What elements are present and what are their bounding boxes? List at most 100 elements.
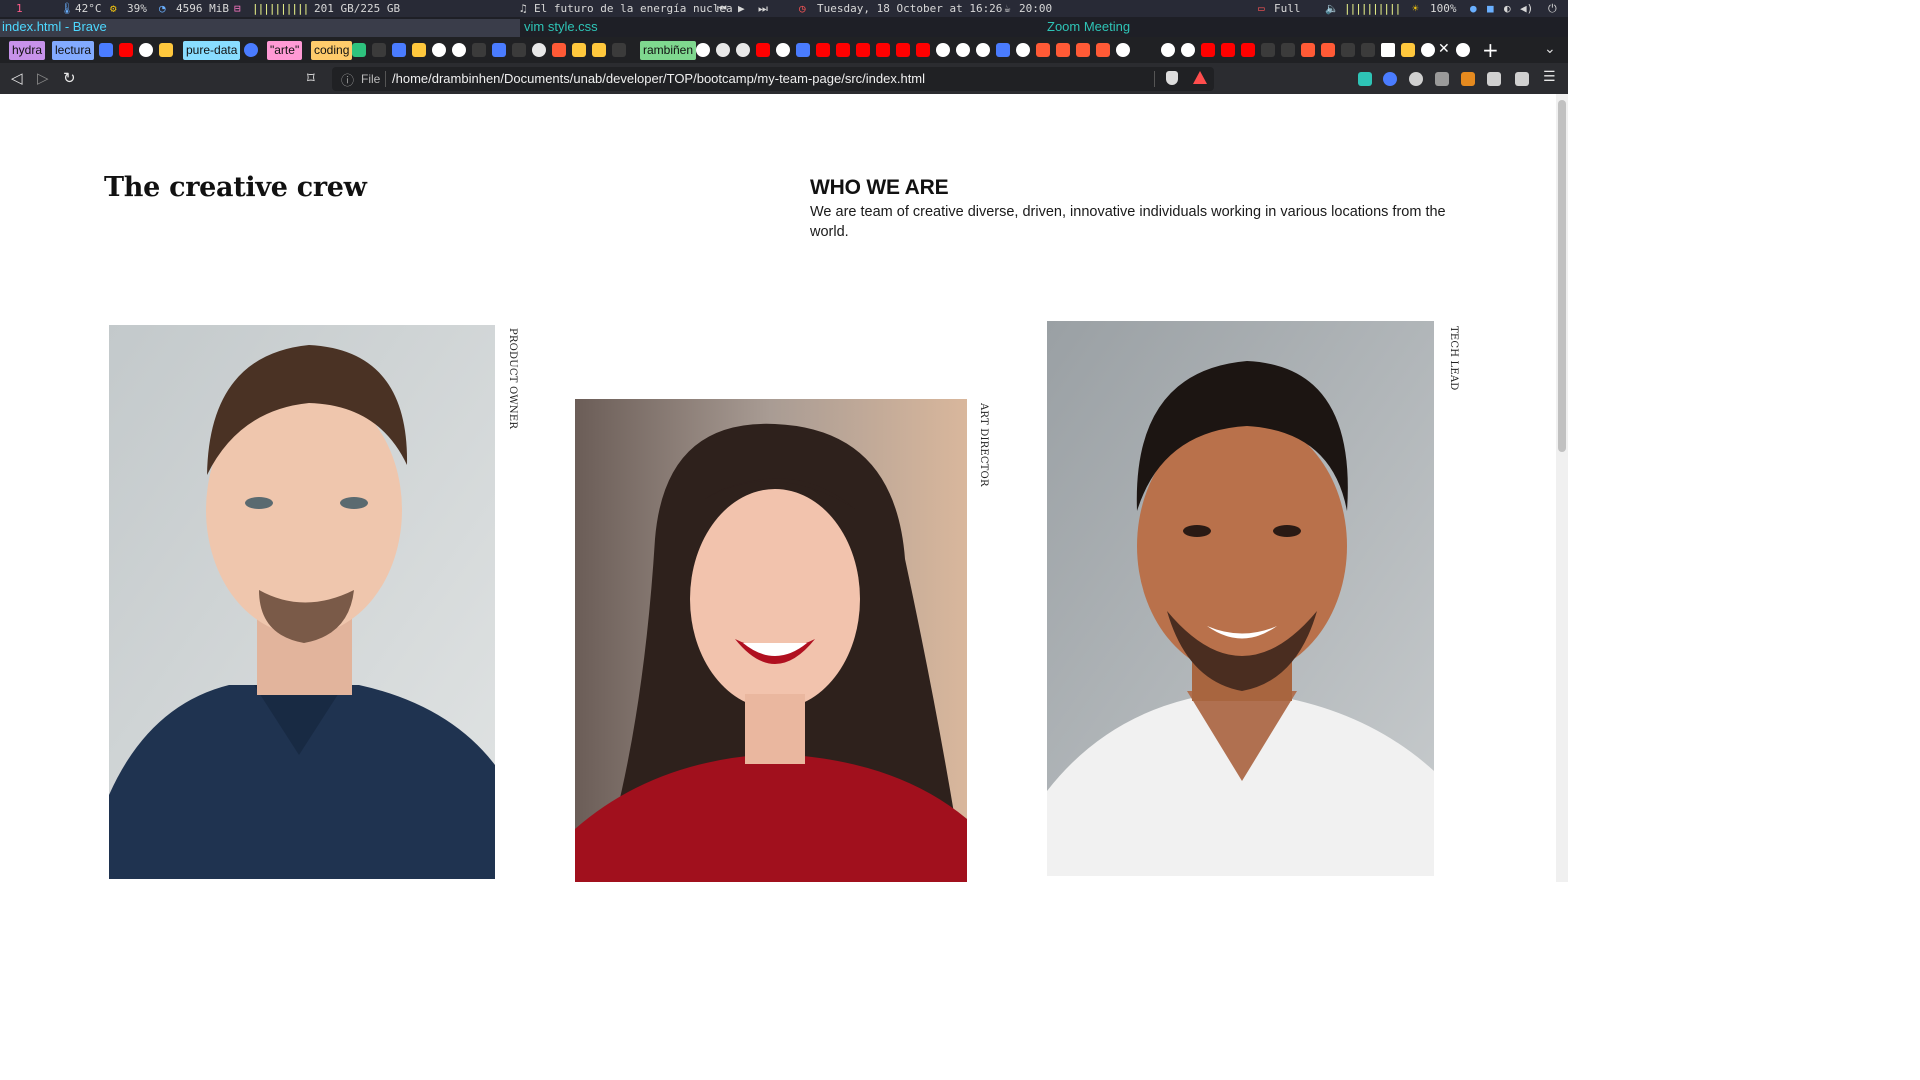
power-icon[interactable]: ⏻ — [1548, 2, 1557, 16]
back-icon[interactable]: ◁ — [11, 69, 23, 87]
youtube-tab-icon[interactable] — [1201, 43, 1215, 57]
scrollbar-thumb[interactable] — [1558, 100, 1566, 452]
tab-icon[interactable] — [592, 43, 606, 57]
tab-icon[interactable] — [776, 43, 790, 57]
volume-bars[interactable]: |||||||||| — [1344, 2, 1401, 15]
tab-icon[interactable] — [1361, 43, 1375, 57]
tab-icon[interactable] — [1281, 43, 1295, 57]
puzzle-icon[interactable] — [1487, 72, 1501, 86]
tab-icon[interactable] — [1381, 43, 1395, 57]
tab-icon[interactable] — [612, 43, 626, 57]
extension-icon[interactable] — [1461, 72, 1475, 86]
window-title-brave[interactable]: index.html - Brave — [0, 19, 520, 37]
codepen-tab-icon[interactable] — [452, 43, 466, 57]
next-track-icon[interactable]: ⏭ — [758, 2, 768, 16]
youtube-tab-icon[interactable] — [816, 43, 830, 57]
tab-group-arte[interactable]: "arte" — [267, 41, 303, 60]
tab-icon[interactable] — [1076, 43, 1090, 57]
github-tab-icon[interactable] — [736, 43, 750, 57]
search-tab-icon[interactable] — [996, 43, 1010, 57]
g-tab-icon[interactable] — [159, 43, 173, 57]
tray-network-icon[interactable]: ◐ — [1504, 2, 1511, 15]
wallet-icon[interactable] — [1515, 72, 1529, 86]
tab-icon[interactable] — [1181, 43, 1195, 57]
youtube-tab-icon[interactable] — [836, 43, 850, 57]
github-tab-icon[interactable] — [716, 43, 730, 57]
workspace-indicator[interactable]: 1 — [16, 2, 23, 15]
tab-icon[interactable] — [412, 43, 426, 57]
active-tab-icon[interactable] — [1456, 43, 1470, 57]
tab-icon[interactable] — [552, 43, 566, 57]
tab-icon[interactable] — [372, 43, 386, 57]
chevron-down-icon[interactable]: ⌄ — [1544, 41, 1556, 57]
m-tab-icon[interactable] — [1261, 43, 1275, 57]
tab-group-pure-data[interactable]: pure-data — [183, 41, 241, 60]
brave-rewards-icon[interactable] — [1193, 71, 1207, 84]
tray-volume-icon[interactable]: ◀) — [1520, 2, 1533, 15]
zoom-tray-icon[interactable]: ■ — [1487, 2, 1494, 15]
tab-icon[interactable] — [1116, 43, 1130, 57]
tab-icon[interactable] — [696, 43, 710, 57]
tab-group-lectura[interactable]: lectura — [52, 41, 95, 60]
new-tab-icon[interactable]: + — [1482, 38, 1499, 62]
youtube-tab-icon[interactable] — [1221, 43, 1235, 57]
s-tab-icon[interactable] — [244, 43, 258, 57]
extension-icon[interactable] — [1383, 72, 1397, 86]
tab-icon[interactable] — [1341, 43, 1355, 57]
tab-icon[interactable] — [1401, 43, 1415, 57]
tab-icon[interactable] — [796, 43, 810, 57]
previous-track-icon[interactable]: ⏮ — [717, 2, 727, 16]
youtube-tab-icon[interactable] — [876, 43, 890, 57]
extension-icon[interactable] — [1409, 72, 1423, 86]
extension-icon[interactable] — [1358, 72, 1372, 86]
tab-icon[interactable] — [472, 43, 486, 57]
tab-group-rambinen[interactable]: rambiñen — [640, 41, 697, 60]
codepen-tab-icon[interactable] — [432, 43, 446, 57]
youtube-tab-icon[interactable] — [119, 43, 133, 57]
youtube-tab-icon[interactable] — [856, 43, 870, 57]
extension-icon[interactable] — [1435, 72, 1449, 86]
forward-icon[interactable]: ▷ — [37, 69, 49, 87]
tab-icon[interactable] — [1421, 43, 1435, 57]
youtube-tab-icon[interactable] — [1241, 43, 1255, 57]
youtube-tab-icon[interactable] — [916, 43, 930, 57]
nc-tab-icon[interactable] — [976, 43, 990, 57]
tab-group-coding[interactable]: coding — [311, 41, 353, 60]
window-title-zoom[interactable]: Zoom Meeting — [1045, 19, 1565, 37]
target-tab-icon[interactable] — [139, 43, 153, 57]
play-icon[interactable]: ▶ — [738, 2, 745, 15]
volume-icon[interactable]: 🔈 — [1325, 2, 1339, 15]
tab-icon[interactable] — [1096, 43, 1110, 57]
tab-icon[interactable] — [1016, 43, 1030, 57]
youtube-tab-icon[interactable] — [896, 43, 910, 57]
page-scrollbar[interactable] — [1556, 94, 1568, 882]
tab-icon[interactable] — [492, 43, 506, 57]
url-text[interactable]: /home/drambinhen/Documents/unab/develope… — [392, 71, 925, 86]
tab-group-hydra[interactable]: hydra — [9, 41, 46, 60]
tab-icon[interactable] — [512, 43, 526, 57]
js-tab-icon[interactable] — [572, 43, 586, 57]
stack-tab-icon[interactable] — [392, 43, 406, 57]
bookmark-icon[interactable]: ⌑ — [307, 69, 315, 87]
tab-icon[interactable] — [352, 43, 366, 57]
who-we-are-heading: WHO WE ARE — [810, 176, 949, 199]
mastodon-tab-icon[interactable] — [99, 43, 113, 57]
menu-icon[interactable]: ☰ — [1543, 69, 1556, 85]
window-title-vim[interactable]: vim style.css — [522, 19, 1042, 37]
tab-icon[interactable] — [1321, 43, 1335, 57]
tab-icon[interactable] — [1056, 43, 1070, 57]
close-tab-icon[interactable]: ✕ — [1438, 41, 1450, 57]
team-role-label: PRODUCT OWNER — [507, 328, 518, 430]
tab-icon[interactable] — [936, 43, 950, 57]
address-bar[interactable]: ⓘ File /home/drambinhen/Documents/unab/d… — [332, 67, 1214, 91]
info-icon[interactable]: ⓘ — [341, 70, 354, 89]
tab-icon[interactable] — [1301, 43, 1315, 57]
brave-shields-icon[interactable] — [1166, 71, 1178, 85]
github-tab-icon[interactable] — [532, 43, 546, 57]
tray-app-icon[interactable]: ● — [1470, 2, 1477, 15]
tab-icon[interactable] — [1161, 43, 1175, 57]
reload-icon[interactable]: ↻ — [63, 69, 76, 87]
youtube-tab-icon[interactable] — [756, 43, 770, 57]
tab-icon[interactable] — [956, 43, 970, 57]
tab-icon[interactable] — [1036, 43, 1050, 57]
